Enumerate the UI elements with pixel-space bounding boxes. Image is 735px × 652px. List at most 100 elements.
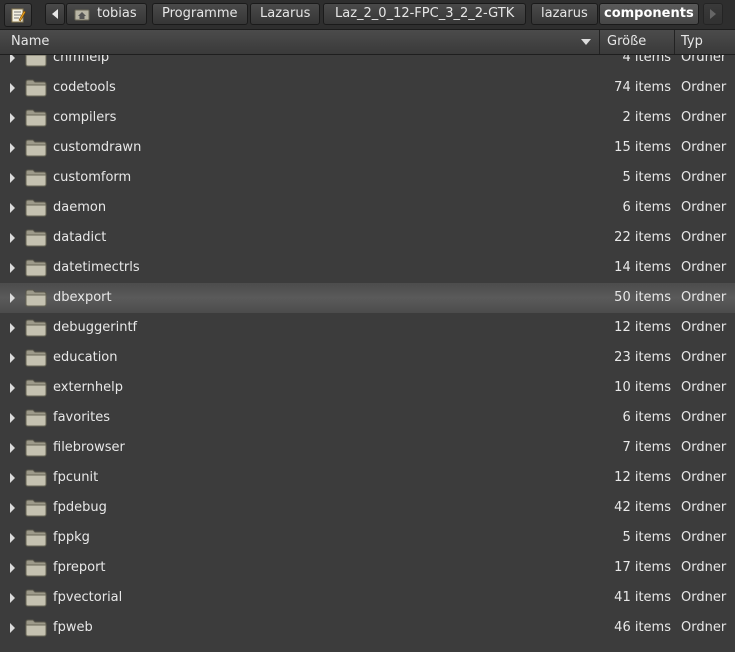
- folder-icon: [25, 199, 47, 217]
- expander-arrow-icon[interactable]: [10, 55, 15, 63]
- file-size: 15 items: [614, 140, 671, 155]
- file-row[interactable]: customform 5 items Ordner: [0, 163, 735, 193]
- file-row[interactable]: compilers 2 items Ordner: [0, 103, 735, 133]
- expander-arrow-icon[interactable]: [10, 173, 15, 183]
- breadcrumb-label: Laz_2_0_12-FPC_3_2_2-GTK: [335, 6, 515, 21]
- breadcrumb-programme[interactable]: Programme: [152, 3, 248, 25]
- expander-arrow-icon[interactable]: [10, 443, 15, 453]
- breadcrumb-label: lazarus: [541, 6, 588, 21]
- file-name: compilers: [53, 110, 117, 125]
- folder-icon: [25, 79, 47, 97]
- file-size: 4 items: [622, 55, 671, 65]
- expander-arrow-icon[interactable]: [10, 263, 15, 273]
- file-size: 7 items: [622, 440, 671, 455]
- file-row[interactable]: debuggerintf 12 items Ordner: [0, 313, 735, 343]
- sort-descending-icon: [581, 39, 591, 45]
- file-size: 74 items: [614, 80, 671, 95]
- file-size: 50 items: [614, 290, 671, 305]
- file-type: Ordner: [681, 590, 727, 605]
- file-row[interactable]: fpweb 46 items Ordner: [0, 613, 735, 643]
- file-size: 46 items: [614, 620, 671, 635]
- file-row[interactable]: education 23 items Ordner: [0, 343, 735, 373]
- file-type: Ordner: [681, 140, 727, 155]
- expander-arrow-icon[interactable]: [10, 563, 15, 573]
- file-type: Ordner: [681, 500, 727, 515]
- path-back-button[interactable]: [45, 3, 65, 25]
- file-type: Ordner: [681, 410, 727, 425]
- file-name: datadict: [53, 230, 107, 245]
- text-editor-icon: [11, 8, 26, 23]
- expander-arrow-icon[interactable]: [10, 593, 15, 603]
- file-row[interactable]: fpreport 17 items Ordner: [0, 553, 735, 583]
- file-type: Ordner: [681, 290, 727, 305]
- breadcrumb-laz-version[interactable]: Laz_2_0_12-FPC_3_2_2-GTK: [323, 3, 527, 25]
- file-type: Ordner: [681, 110, 727, 125]
- expander-arrow-icon[interactable]: [10, 503, 15, 513]
- file-row[interactable]: chmhelp 4 items Ordner: [0, 55, 735, 73]
- expander-arrow-icon[interactable]: [10, 623, 15, 633]
- file-row[interactable]: fppkg 5 items Ordner: [0, 523, 735, 553]
- folder-icon: [25, 55, 47, 67]
- breadcrumb-label: tobias: [97, 6, 137, 21]
- file-name: dbexport: [53, 290, 112, 305]
- column-size-header[interactable]: Größe: [600, 30, 675, 54]
- expander-arrow-icon[interactable]: [10, 113, 15, 123]
- file-type: Ordner: [681, 560, 727, 575]
- file-type: Ordner: [681, 200, 727, 215]
- expander-arrow-icon[interactable]: [10, 383, 15, 393]
- file-list[interactable]: chmhelp 4 items Ordner codetools 74 item…: [0, 55, 735, 652]
- column-header: Name Größe Typ: [0, 30, 735, 55]
- file-type: Ordner: [681, 230, 727, 245]
- file-row[interactable]: fpcunit 12 items Ordner: [0, 463, 735, 493]
- file-name: education: [53, 350, 118, 365]
- file-row[interactable]: externhelp 10 items Ordner: [0, 373, 735, 403]
- file-row[interactable]: customdrawn 15 items Ordner: [0, 133, 735, 163]
- file-name: fppkg: [53, 530, 90, 545]
- file-size: 23 items: [614, 350, 671, 365]
- file-row[interactable]: codetools 74 items Ordner: [0, 73, 735, 103]
- folder-icon: [25, 619, 47, 637]
- expander-arrow-icon[interactable]: [10, 233, 15, 243]
- file-name: datetimectrls: [53, 260, 140, 275]
- breadcrumb-label: Lazarus: [260, 6, 311, 21]
- breadcrumb-lazarus[interactable]: lazarus: [531, 3, 598, 25]
- file-size: 6 items: [622, 410, 671, 425]
- breadcrumb-lazarus-parent[interactable]: Lazarus: [250, 3, 321, 25]
- file-row[interactable]: fpvectorial 41 items Ordner: [0, 583, 735, 613]
- folder-icon: [25, 109, 47, 127]
- column-type-label: Typ: [681, 34, 703, 49]
- file-row[interactable]: favorites 6 items Ordner: [0, 403, 735, 433]
- file-size: 14 items: [614, 260, 671, 275]
- file-row[interactable]: datadict 22 items Ordner: [0, 223, 735, 253]
- edit-location-button[interactable]: [4, 3, 32, 27]
- file-name: fpvectorial: [53, 590, 123, 605]
- file-row[interactable]: fpdebug 42 items Ordner: [0, 493, 735, 523]
- expander-arrow-icon[interactable]: [10, 293, 15, 303]
- file-name: daemon: [53, 200, 107, 215]
- folder-icon: [25, 319, 47, 337]
- path-forward-button[interactable]: [703, 3, 723, 25]
- breadcrumb-components[interactable]: components: [599, 3, 699, 25]
- folder-icon: [25, 349, 47, 367]
- expander-arrow-icon[interactable]: [10, 413, 15, 423]
- file-name: fpreport: [53, 560, 106, 575]
- file-row[interactable]: datetimectrls 14 items Ordner: [0, 253, 735, 283]
- breadcrumb-home[interactable]: tobias: [66, 3, 147, 25]
- file-name: fpdebug: [53, 500, 107, 515]
- expander-arrow-icon[interactable]: [10, 533, 15, 543]
- column-name-header[interactable]: Name: [0, 30, 600, 54]
- column-type-header[interactable]: Typ: [675, 30, 735, 54]
- file-row[interactable]: filebrowser 7 items Ordner: [0, 433, 735, 463]
- expander-arrow-icon[interactable]: [10, 83, 15, 93]
- expander-arrow-icon[interactable]: [10, 203, 15, 213]
- expander-arrow-icon[interactable]: [10, 473, 15, 483]
- file-row[interactable]: dbexport 50 items Ordner: [0, 283, 735, 313]
- file-row[interactable]: daemon 6 items Ordner: [0, 193, 735, 223]
- folder-icon: [25, 379, 47, 397]
- expander-arrow-icon[interactable]: [10, 323, 15, 333]
- file-size: 6 items: [622, 200, 671, 215]
- file-size: 10 items: [614, 380, 671, 395]
- file-name: codetools: [53, 80, 116, 95]
- expander-arrow-icon[interactable]: [10, 143, 15, 153]
- expander-arrow-icon[interactable]: [10, 353, 15, 363]
